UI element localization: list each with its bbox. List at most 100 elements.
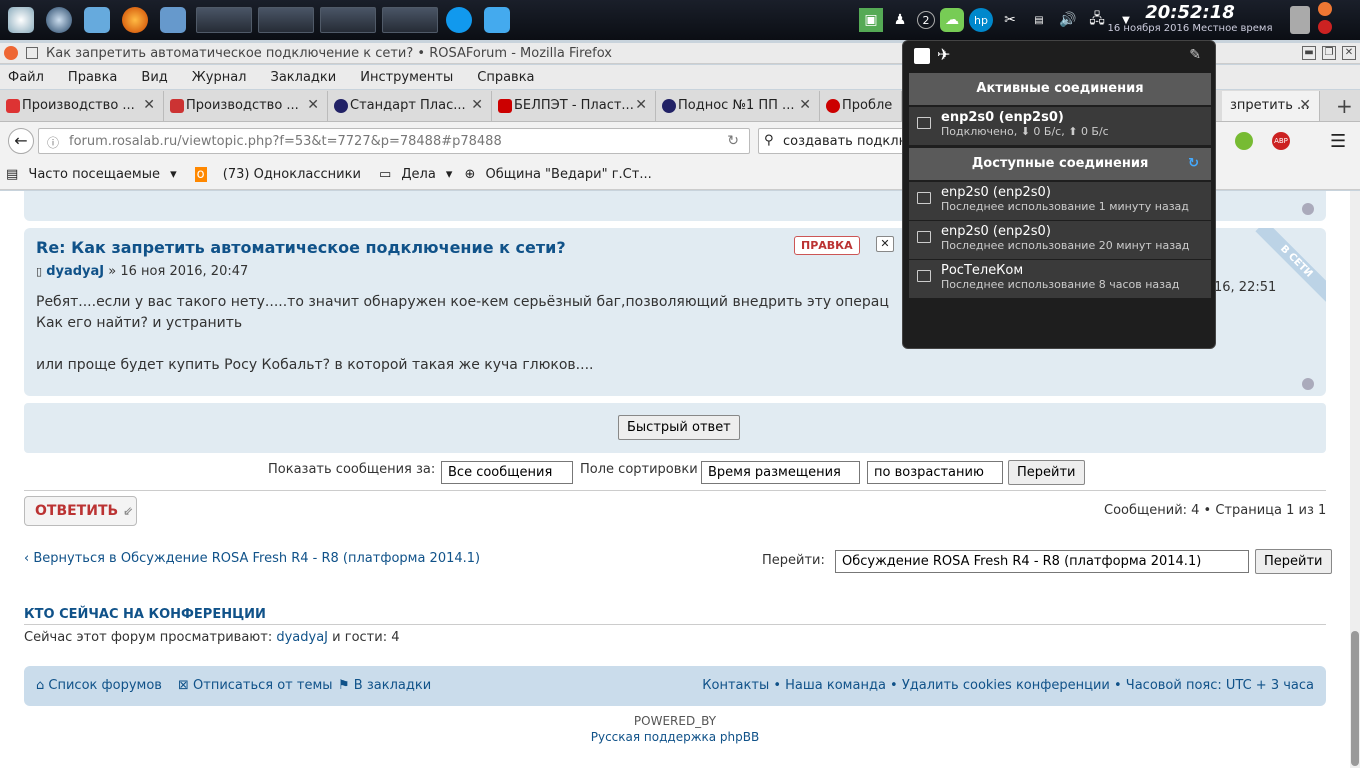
file-manager-icon[interactable] — [156, 3, 190, 37]
menu-help[interactable]: Справка — [477, 70, 534, 85]
tab-close-icon[interactable]: ✕ — [471, 97, 483, 113]
notification-icon[interactable] — [1318, 2, 1332, 16]
bookmark-odnoklassniki[interactable]: о (73) Одноклассники — [189, 167, 367, 182]
post-title[interactable]: Re: Как запретить автоматическое подключ… — [36, 238, 566, 257]
menu-tools[interactable]: Инструменты — [360, 70, 453, 85]
keyboard-layout-icon[interactable]: ▤ — [1027, 8, 1051, 32]
clock[interactable]: 20:52:18 16 ноября 2016 Местное время — [1100, 0, 1280, 40]
bookmark-vedari[interactable]: ⊕ Община "Ведари" г.Ст... — [464, 167, 657, 182]
launcher-blue-icon[interactable] — [42, 3, 76, 37]
footer-links[interactable]: Контакты • Наша команда • Удалить cookie… — [702, 678, 1314, 693]
minimize-button[interactable]: ▬ — [1302, 46, 1316, 60]
menu-history[interactable]: Журнал — [192, 70, 247, 85]
url-text: forum.rosalab.ru/viewtopic.php?f=53&t=77… — [69, 134, 502, 149]
tab-close-icon[interactable]: ✕ — [143, 97, 155, 113]
window-title: Как запретить автоматическое подключение… — [46, 45, 612, 61]
menu-file[interactable]: Файл — [8, 70, 44, 85]
jump-label: Перейти: — [762, 553, 825, 568]
window-menu-icon[interactable] — [26, 47, 38, 59]
jump-select[interactable]: Обсуждение ROSA Fresh R4 - R8 (платформа… — [835, 550, 1249, 573]
ethernet-icon — [917, 270, 931, 282]
menu-hamburger-icon[interactable]: ☰ — [1330, 131, 1346, 152]
skype-icon[interactable] — [442, 3, 476, 37]
info-icon[interactable]: ⓘ — [47, 134, 59, 151]
tab-close-icon[interactable]: ✕ — [635, 97, 647, 113]
available-connection-3[interactable]: РосТелеКом Последнее использование 8 час… — [909, 260, 1211, 298]
adblock-icon[interactable]: ABP — [1272, 132, 1290, 150]
available-connection-1[interactable]: enp2s0 (enp2s0) Последнее использование … — [909, 182, 1211, 220]
scroll-top-icon[interactable] — [1302, 203, 1314, 215]
tab-close-icon[interactable]: ✕ — [1299, 97, 1311, 113]
tab-close-icon[interactable]: ✕ — [799, 97, 811, 113]
reload-icon[interactable]: ↻ — [727, 133, 739, 149]
tab-2[interactable]: Производство ... ✕ — [164, 90, 328, 121]
taskbar-item-2[interactable] — [258, 7, 314, 33]
scrollbar-thumb[interactable] — [1351, 631, 1359, 766]
tab-5[interactable]: Поднос №1 ПП ... ✕ — [656, 90, 820, 121]
updater-icon[interactable]: ▣ — [859, 8, 883, 32]
network-checkbox[interactable] — [914, 48, 930, 64]
page-scrollbar[interactable] — [1350, 191, 1360, 768]
sort-go-button[interactable]: Перейти — [1008, 460, 1085, 485]
tab-close-icon[interactable]: ✕ — [307, 97, 319, 113]
back-button[interactable]: ← — [8, 128, 34, 154]
tab-6[interactable]: Пробле — [820, 90, 902, 121]
volume-icon[interactable]: 🔊 — [1056, 8, 1080, 32]
tab-active[interactable]: зпретить ... ✕ — [1222, 90, 1320, 121]
active-connection[interactable]: enp2s0 (enp2s0) Подключено, ⬇ 0 Б/с, ⬆ 0… — [909, 107, 1211, 145]
taskbar-item-3[interactable] — [320, 7, 376, 33]
editor-icon[interactable] — [80, 3, 114, 37]
bookmark-folder-dela[interactable]: ▭ Дела ▾ — [379, 167, 453, 182]
workspace-badge[interactable]: 2 — [917, 11, 935, 29]
pagination-info: Сообщений: 4 • Страница 1 из 1 — [1104, 503, 1327, 518]
trash-icon[interactable] — [1290, 6, 1310, 34]
settings-wrench-icon[interactable]: ✎ — [1189, 47, 1201, 63]
online-user-link[interactable]: dyadyaJ — [276, 630, 328, 645]
support-link[interactable]: Русская поддержка phpBB — [0, 730, 1350, 744]
chat-icon[interactable]: ☁ — [940, 8, 964, 32]
menu-view[interactable]: Вид — [141, 70, 167, 85]
edit-button[interactable]: ПРАВКА — [794, 236, 860, 255]
hp-icon[interactable]: hp — [969, 8, 993, 32]
tab-1[interactable]: Производство ... ✕ — [0, 90, 164, 121]
back-link-text: Вернуться в Обсуждение ROSA Fresh R4 - R… — [33, 551, 481, 566]
menu-bookmarks[interactable]: Закладки — [271, 70, 337, 85]
power-icon[interactable] — [1318, 20, 1332, 34]
bookmark-topic-link[interactable]: ⚑ В закладки — [338, 678, 431, 693]
tab-3[interactable]: Стандарт Плас... ✕ — [328, 90, 492, 121]
available-connection-2[interactable]: enp2s0 (enp2s0) Последнее использование … — [909, 221, 1211, 259]
show-posts-select[interactable]: Все сообщения — [441, 461, 573, 484]
tab-4[interactable]: БЕЛПЭТ - Пласт... ✕ — [492, 90, 656, 121]
dolphin-icon[interactable] — [480, 3, 514, 37]
close-button[interactable]: ✕ — [1342, 46, 1356, 60]
scroll-top-icon[interactable] — [1302, 378, 1314, 390]
jump-go-button[interactable]: Перейти — [1255, 549, 1332, 574]
sort-field-select[interactable]: Время размещения — [701, 461, 860, 484]
addon-icon[interactable] — [1235, 132, 1253, 150]
taskbar-item-1[interactable] — [196, 7, 252, 33]
search-input[interactable]: ⚲ создавать подключ — [758, 128, 908, 154]
delete-icon[interactable]: ✕ — [876, 236, 894, 252]
forum-index-link[interactable]: ⌂ Список форумов — [36, 678, 162, 693]
firefox-icon[interactable] — [118, 3, 152, 37]
quick-reply-button[interactable]: Быстрый ответ — [618, 415, 740, 440]
online-users: Сейчас этот форум просматривают: dyadyaJ… — [24, 630, 399, 645]
sort-order-select[interactable]: по возрастанию — [867, 461, 1003, 484]
back-to-forum-link[interactable]: ‹ Вернуться в Обсуждение ROSA Fresh R4 -… — [24, 551, 480, 566]
maximize-button[interactable]: ❐ — [1322, 46, 1336, 60]
post-author[interactable]: dyadyaJ — [46, 264, 104, 279]
ethernet-icon — [917, 117, 931, 129]
new-tab-button[interactable]: + — [1336, 94, 1353, 118]
unsubscribe-link[interactable]: ⊠ Отписаться от темы — [178, 678, 333, 693]
airplane-mode-icon[interactable]: ✈ — [937, 45, 950, 64]
user-icon[interactable]: ♟ — [888, 8, 912, 32]
url-bar[interactable]: ⓘ forum.rosalab.ru/viewtopic.php?f=53&t=… — [38, 128, 750, 154]
menu-edit[interactable]: Правка — [68, 70, 117, 85]
app-menu-icon[interactable] — [4, 3, 38, 37]
scissors-icon[interactable]: ✂ — [998, 8, 1022, 32]
refresh-icon[interactable]: ↻ — [1188, 148, 1199, 180]
network-manager-popup: ✈ ✎ Активные соединения enp2s0 (enp2s0) … — [902, 40, 1216, 349]
taskbar-item-firefox[interactable] — [382, 7, 438, 33]
reply-button[interactable]: ОТВЕТИТЬ ⇙ — [24, 496, 137, 526]
bookmark-most-visited[interactable]: ▤ Часто посещаемые ▾ — [6, 167, 177, 182]
